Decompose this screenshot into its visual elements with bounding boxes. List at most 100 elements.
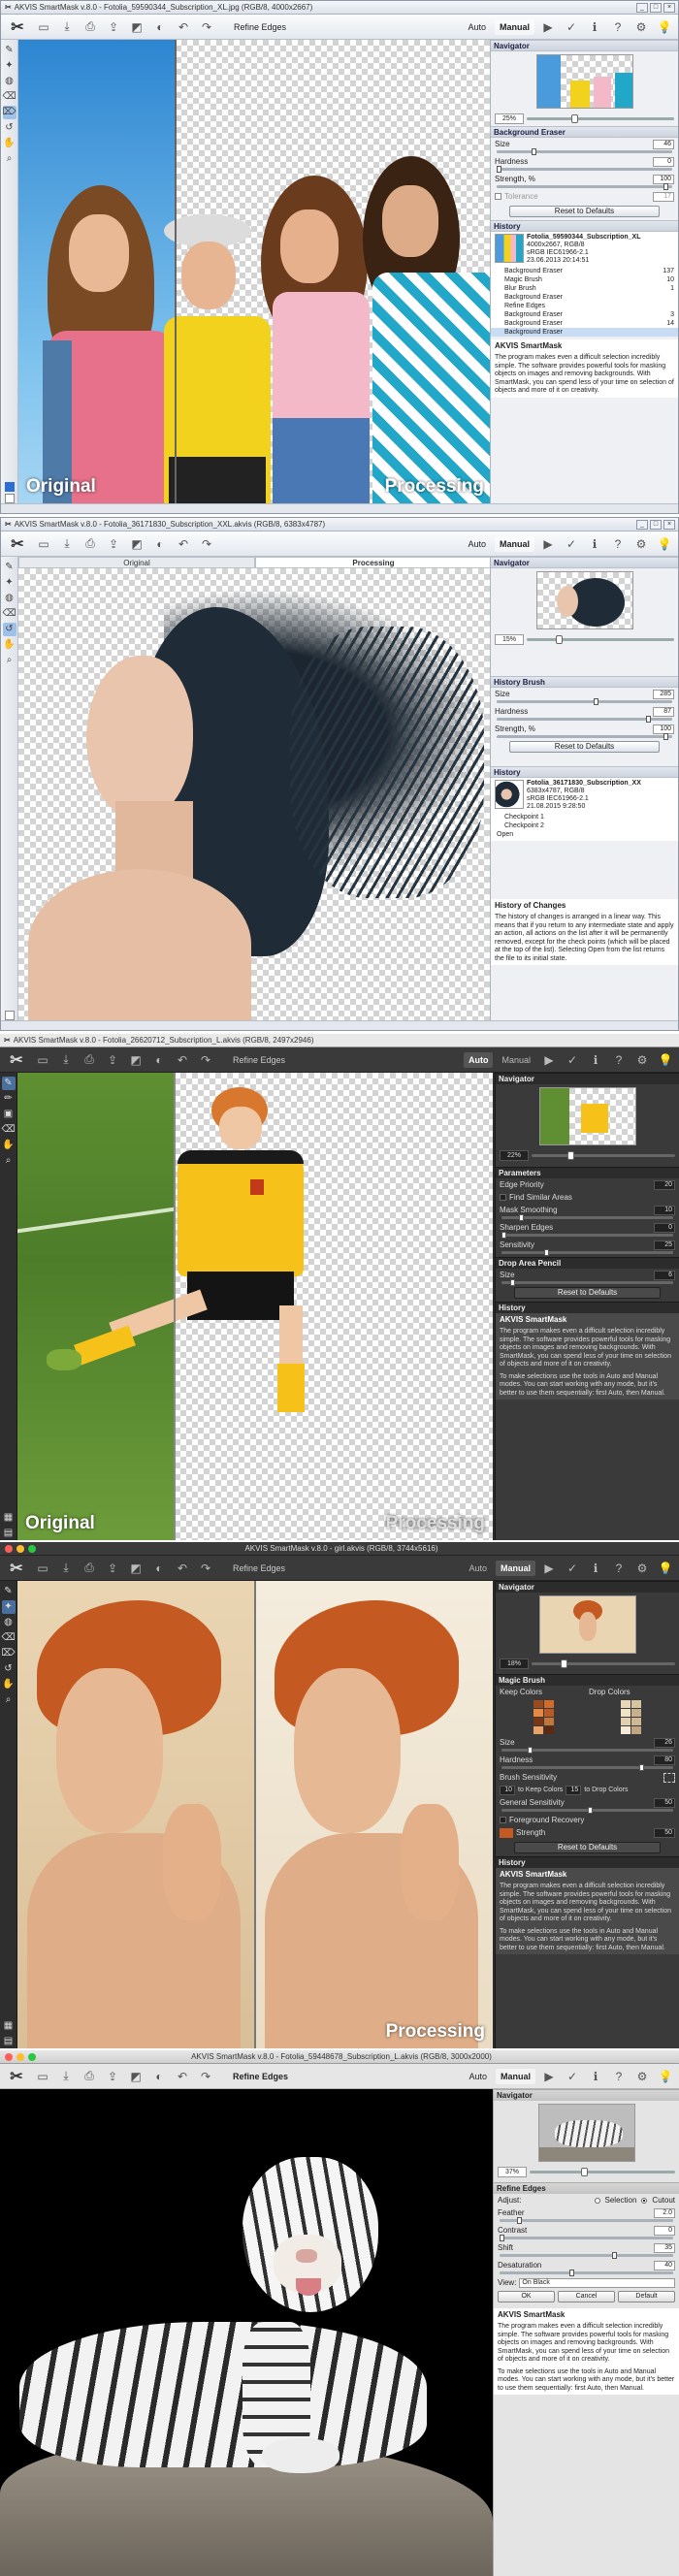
brush-tool-icon[interactable]: ✎ (3, 561, 16, 574)
brush-tool-icon[interactable]: ✎ (2, 1585, 16, 1598)
zoom-dot[interactable] (28, 1545, 36, 1553)
navigator-header[interactable]: Navigator (496, 1581, 679, 1593)
view-mode-icon[interactable]: ▦ (2, 2019, 16, 2033)
help-icon[interactable]: ? (609, 1050, 629, 1070)
zoom-field[interactable]: 18% (500, 1658, 529, 1669)
hand-icon[interactable]: ✋ (2, 1678, 16, 1691)
drop-pencil-icon[interactable]: ✏ (2, 1092, 16, 1106)
print-icon[interactable]: ⎙ (81, 534, 100, 554)
zoom-slider[interactable] (530, 2168, 675, 2176)
navigator-thumbnail[interactable] (538, 1595, 636, 1654)
zoom-icon[interactable]: ⌕ (3, 654, 16, 667)
share-icon[interactable]: ⇪ (104, 17, 123, 37)
auto-mode-tab[interactable]: Auto (463, 536, 491, 552)
info-icon[interactable]: ℹ (586, 1050, 605, 1070)
print-icon[interactable]: ⎙ (80, 2067, 99, 2086)
color-swatch[interactable] (533, 1700, 543, 1708)
zoom-icon[interactable]: ⌕ (2, 1154, 16, 1168)
history-brush-header[interactable]: History Brush (491, 676, 678, 688)
zoom-slider[interactable] (532, 1659, 675, 1668)
size-field[interactable]: 26 (654, 1737, 675, 1748)
image-canvas[interactable] (18, 568, 492, 1020)
layer-icon[interactable]: ◩ (127, 534, 146, 554)
pencil-size-field[interactable]: 6 (654, 1270, 675, 1280)
hardness-field[interactable]: 0 (653, 156, 674, 167)
zoom-slider[interactable] (532, 1151, 675, 1160)
zoom-icon[interactable]: ⌕ (3, 152, 16, 166)
bulb-icon[interactable]: 💡 (656, 1050, 675, 1070)
run-icon[interactable]: ▶ (539, 1559, 559, 1578)
history-item[interactable]: Background Eraser 3 (491, 310, 678, 319)
sensitivity-slider[interactable] (501, 1249, 673, 1256)
tab-processing[interactable]: Processing (255, 557, 492, 568)
eraser-icon[interactable]: ⌫ (3, 607, 16, 621)
help-icon[interactable]: ? (609, 1559, 629, 1578)
fg-recovery-checkbox[interactable] (500, 1817, 506, 1823)
mask-icon[interactable]: ◐ (150, 534, 170, 554)
manual-mode-tab[interactable]: Manual (494, 18, 534, 35)
refine-edges-button[interactable]: Refine Edges (233, 1055, 285, 1065)
color-swatch[interactable] (621, 1709, 631, 1717)
blur-brush-icon[interactable]: ◍ (3, 75, 16, 88)
history-item[interactable]: Blur Brush 1 (491, 284, 678, 293)
color-swatch[interactable] (533, 1726, 543, 1734)
auto-mode-tab[interactable]: Auto (464, 1561, 492, 1576)
cancel-button[interactable]: Cancel (558, 2291, 615, 2302)
zoom-icon[interactable]: ⌕ (2, 1693, 16, 1707)
history-item[interactable]: Background Eraser 137 (491, 267, 678, 275)
manual-mode-tab[interactable]: Manual (495, 2068, 535, 2084)
check-icon[interactable]: ✓ (562, 17, 581, 37)
size-slider[interactable] (501, 1747, 673, 1754)
zoom-slider[interactable] (527, 114, 674, 123)
save-icon[interactable]: ⤓ (57, 17, 77, 37)
hardness-field[interactable]: 87 (653, 706, 674, 717)
general-sensitivity-field[interactable]: 50 (654, 1797, 675, 1808)
bulb-icon[interactable]: 💡 (656, 1559, 675, 1578)
history-item[interactable]: Magic Brush 10 (491, 275, 678, 284)
history-item[interactable]: Background Eraser (491, 293, 678, 302)
keep-colors-palette[interactable] (533, 1700, 554, 1734)
open-icon[interactable]: ▭ (33, 2067, 52, 2086)
open-icon[interactable]: ▭ (34, 534, 53, 554)
fg-color-swatch[interactable] (4, 1011, 15, 1020)
mask-smoothing-field[interactable]: 10 (654, 1205, 675, 1215)
navigator-thumbnail[interactable] (535, 571, 633, 629)
bg-eraser-header[interactable]: Background Eraser (491, 126, 678, 138)
strength-slider[interactable] (497, 733, 672, 740)
history-item[interactable]: Open (491, 830, 678, 839)
undo-icon[interactable]: ↶ (174, 534, 193, 554)
view-mode-2-icon[interactable]: ▤ (2, 2035, 16, 2048)
navigator-thumbnail[interactable] (535, 54, 633, 109)
cutout-radio[interactable] (641, 2197, 648, 2204)
zoom-dot[interactable] (28, 2053, 36, 2061)
bulb-icon[interactable]: 💡 (655, 534, 674, 554)
color-swatch[interactable] (631, 1726, 642, 1734)
color-swatch[interactable] (631, 1709, 642, 1717)
parameters-header[interactable]: Parameters (496, 1167, 679, 1178)
edge-priority-field[interactable]: 20 (654, 1179, 675, 1190)
size-slider[interactable] (497, 148, 672, 155)
open-icon[interactable]: ▭ (33, 1050, 52, 1070)
drop-colors-palette[interactable] (621, 1700, 642, 1734)
check-icon[interactable]: ✓ (563, 2067, 582, 2086)
color-swatch[interactable] (621, 1718, 631, 1725)
zoom-slider[interactable] (527, 635, 674, 644)
drop-pencil-header[interactable]: Drop Area Pencil (496, 1257, 679, 1269)
mask-icon[interactable]: ◐ (150, 17, 170, 37)
gear-icon[interactable]: ⚙ (632, 1050, 652, 1070)
hand-icon[interactable]: ✋ (3, 137, 16, 150)
mask-icon[interactable]: ◐ (149, 1559, 169, 1578)
auto-mode-tab[interactable]: Auto (463, 1051, 494, 1068)
share-icon[interactable]: ⇪ (103, 1050, 122, 1070)
run-icon[interactable]: ▶ (539, 1050, 559, 1070)
size-slider[interactable] (497, 698, 672, 705)
image-canvas[interactable]: Processing (17, 1581, 493, 2048)
bulb-icon[interactable]: 💡 (656, 2067, 675, 2086)
drop-sensitivity-field[interactable]: 15 (566, 1785, 582, 1795)
brush-shape-icon[interactable] (663, 1772, 675, 1783)
default-button[interactable]: Default (618, 2291, 675, 2302)
view-mode-2-icon[interactable]: ▤ (2, 1527, 16, 1540)
info-icon[interactable]: ℹ (586, 2067, 605, 2086)
refine-edges-button[interactable]: Refine Edges (233, 2072, 288, 2081)
gear-icon[interactable]: ⚙ (632, 1559, 652, 1578)
